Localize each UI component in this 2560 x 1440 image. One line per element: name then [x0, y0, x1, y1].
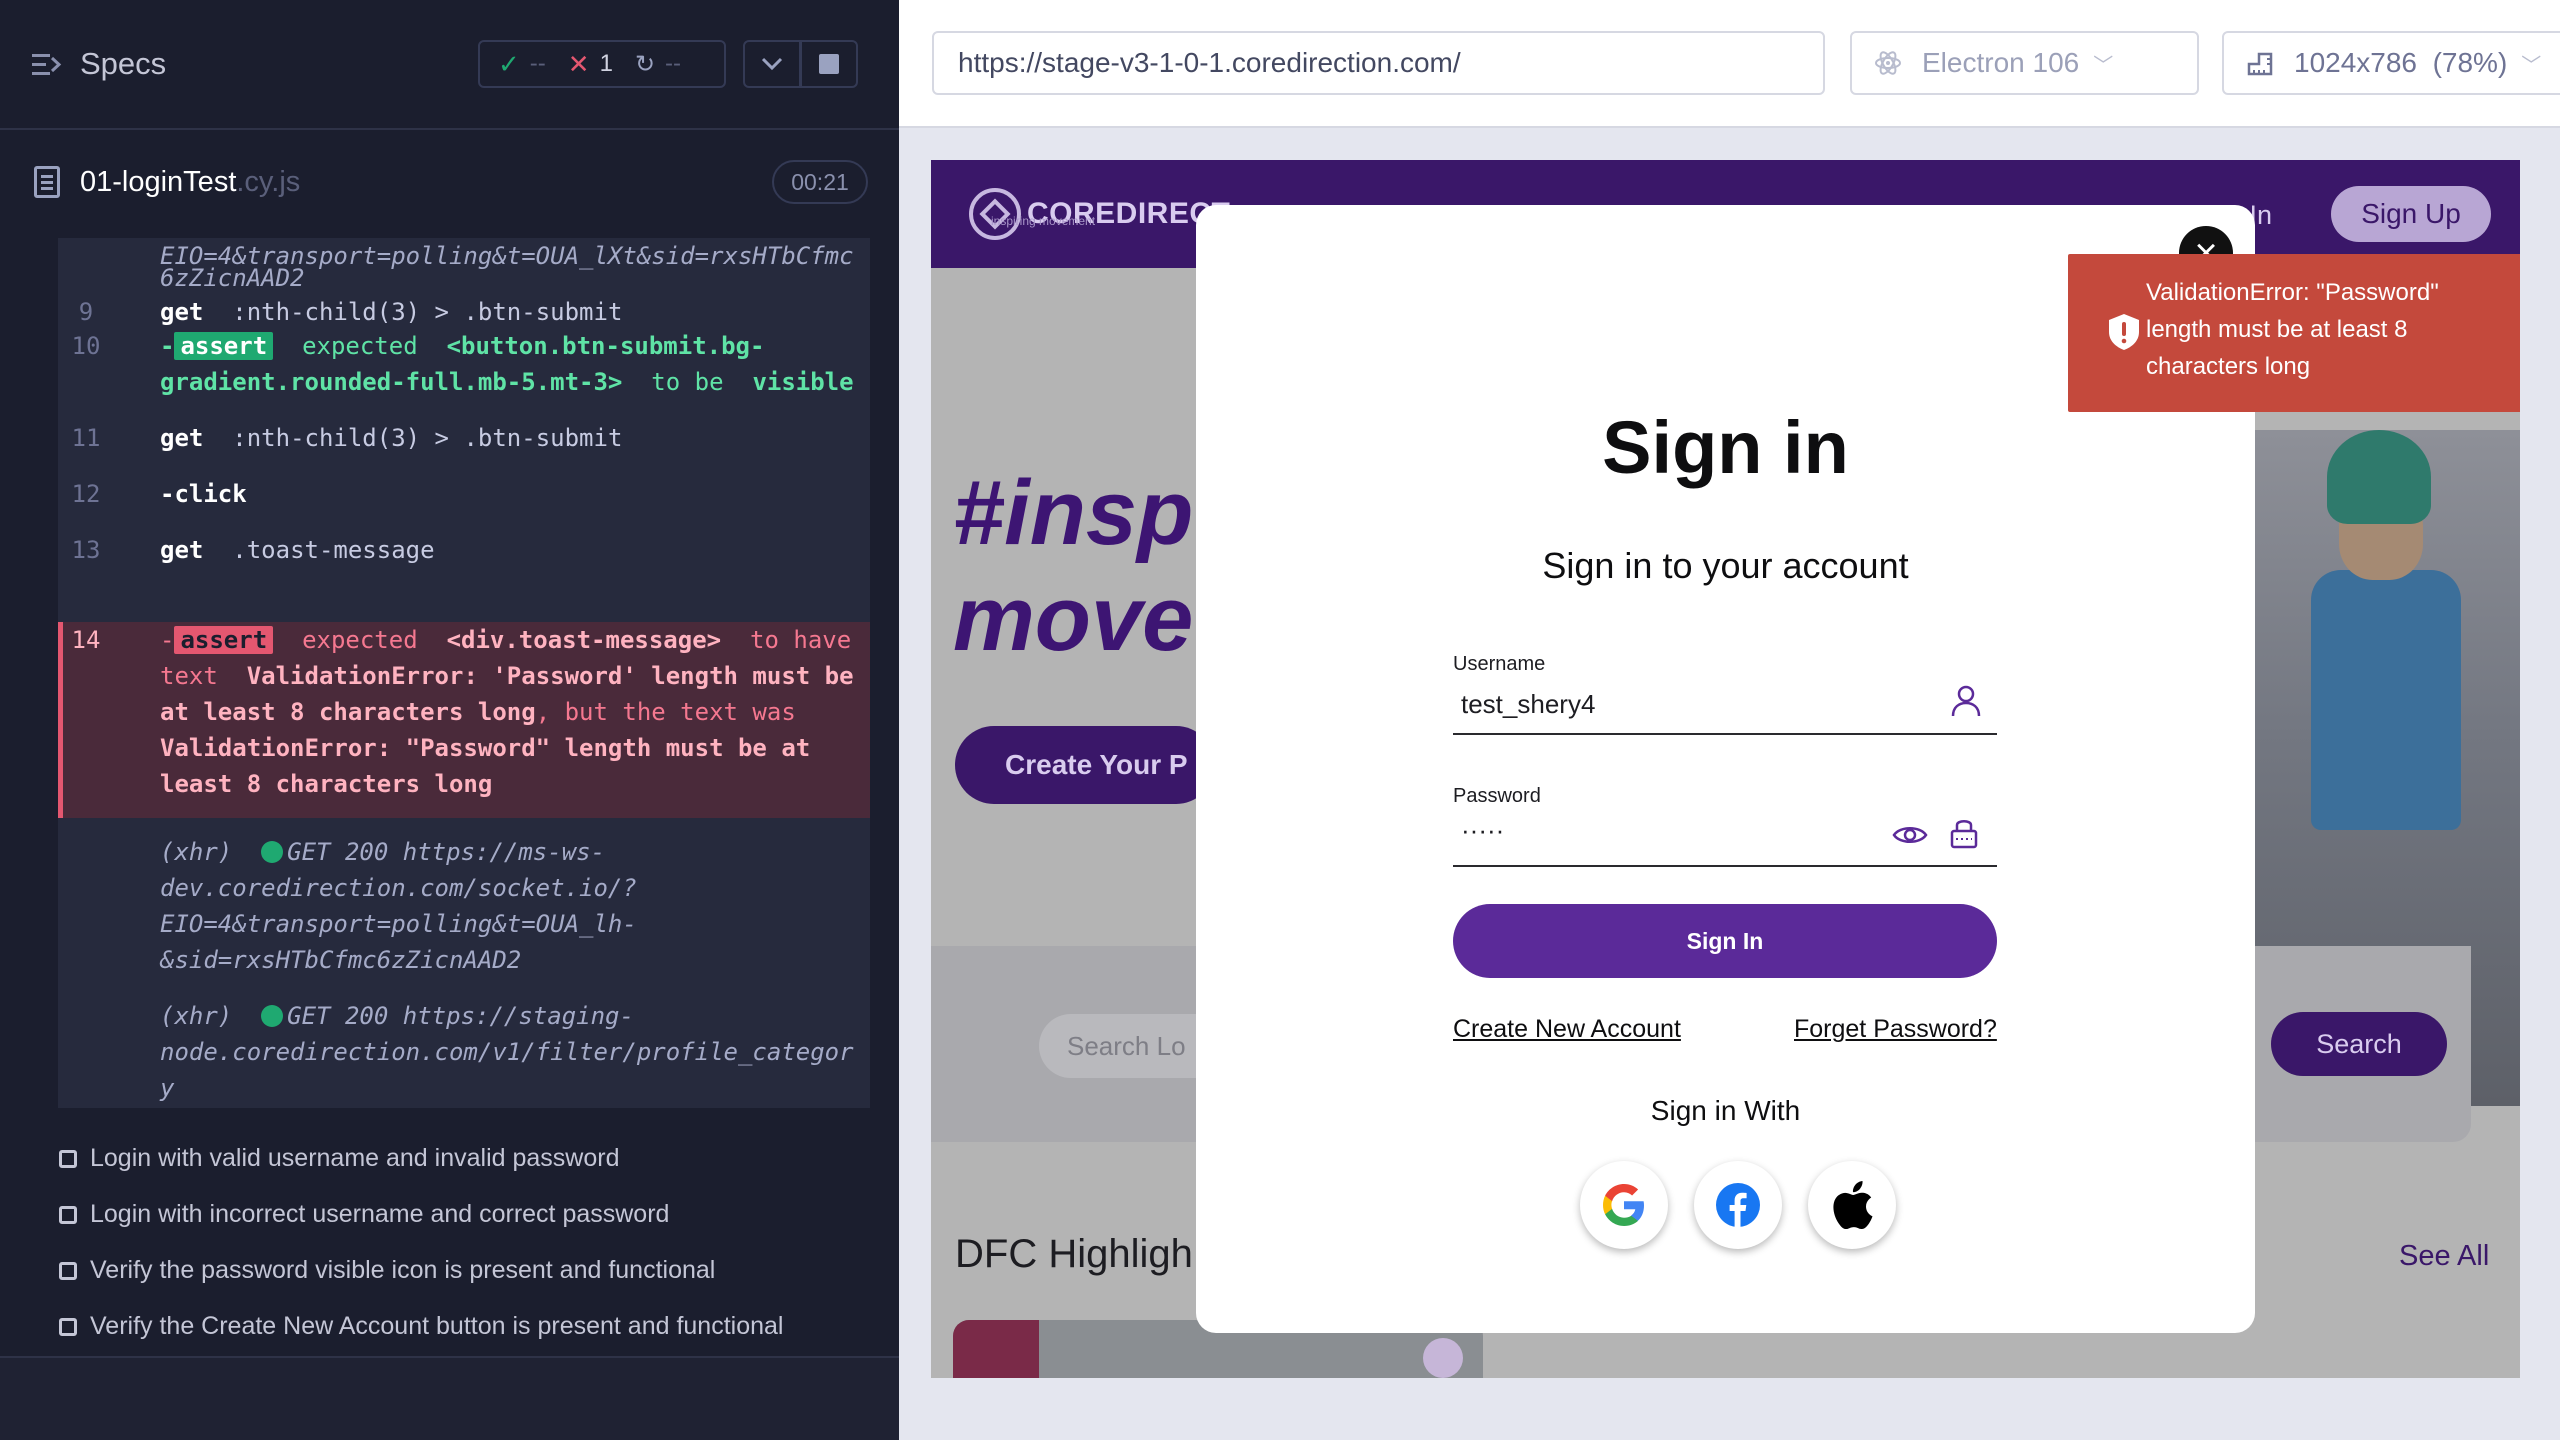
app-viewport: COREDIRECT inspiring movement n In Sign … — [931, 160, 2520, 1378]
reporter-header: Specs ✓ -- ✕ 1 ↻ -- — [0, 0, 899, 130]
test-item[interactable]: Login with valid username and invalid pa… — [56, 1140, 876, 1180]
username-input[interactable]: test_shery4 — [1461, 689, 1595, 720]
toast-text: ValidationError: "Password" length must b… — [2146, 279, 2439, 380]
browser-selector[interactable]: Electron 106 ﹀ — [1850, 31, 2199, 95]
failed-stat: ✕ 1 — [567, 48, 613, 79]
status-dot — [261, 1005, 284, 1027]
test-item[interactable]: Verify the password visible icon is pres… — [56, 1252, 876, 1292]
test-pending-icon — [59, 1150, 77, 1168]
passed-stat: ✓ -- — [498, 48, 546, 79]
stop-icon — [819, 54, 839, 74]
electron-icon — [1875, 51, 1901, 75]
hero-photo-figure — [2311, 570, 2461, 830]
specs-list-icon[interactable] — [32, 52, 62, 78]
google-sign-in-button[interactable] — [1580, 1161, 1668, 1249]
user-icon — [1951, 685, 1981, 717]
test-pending-icon — [59, 1262, 77, 1280]
specs-title[interactable]: Specs — [80, 46, 166, 82]
shield-alert-icon — [2109, 314, 2139, 350]
test-stats: ✓ -- ✕ 1 ↻ -- — [478, 40, 726, 88]
eye-icon[interactable] — [1892, 817, 1928, 853]
see-all-link[interactable]: See All — [2399, 1240, 2489, 1273]
modal-title: Sign in — [1602, 406, 1849, 489]
test-pending-icon — [59, 1318, 77, 1336]
google-icon — [1603, 1184, 1644, 1226]
password-underline — [1453, 865, 1997, 867]
modal-subtitle: Sign in to your account — [1542, 545, 1909, 586]
url-bar[interactable]: https://stage-v3-1-0-1.coredirection.com… — [932, 31, 1825, 95]
create-account-link[interactable]: Create New Account — [1453, 1015, 1681, 1044]
reporter-footer — [0, 1356, 899, 1440]
assert-badge: assert — [174, 626, 274, 654]
apple-icon — [1833, 1181, 1873, 1229]
check-icon: ✓ — [498, 48, 520, 79]
toast-message[interactable]: ValidationError: "Password" length must b… — [2068, 254, 2520, 412]
stop-button[interactable] — [800, 40, 858, 88]
password-label: Password — [1453, 785, 1541, 807]
spec-duration: 00:21 — [772, 160, 868, 204]
chevron-down-icon: ﹀ — [2093, 54, 2114, 77]
assert-badge: assert — [174, 332, 274, 360]
hero-photo-figure — [2327, 430, 2431, 524]
chevron-down-icon: ﹀ — [2521, 54, 2542, 77]
forgot-password-link[interactable]: Forget Password? — [1794, 1015, 1997, 1044]
hero-heading: #insp move — [953, 462, 1194, 670]
sign-in-button[interactable]: Sign In — [1453, 904, 1997, 978]
username-label: Username — [1453, 653, 1546, 675]
collapse-button[interactable] — [743, 40, 801, 88]
command-log[interactable]: EIO=4&transport=polling&t=OUA_lXt&sid=rx… — [58, 238, 870, 1108]
pending-icon: ↻ — [634, 50, 656, 78]
logo-tagline: inspiring movement — [991, 214, 1096, 228]
facebook-sign-in-button[interactable] — [1694, 1161, 1782, 1249]
spec-file-name: 01-loginTest.cy.js — [80, 166, 301, 198]
aut-area: https://stage-v3-1-0-1.coredirection.com… — [899, 0, 2560, 1440]
apple-sign-in-button[interactable] — [1808, 1161, 1896, 1249]
username-underline — [1453, 733, 1997, 735]
chevron-down-icon — [761, 57, 783, 71]
lock-icon — [1950, 820, 1978, 849]
status-dot — [261, 841, 284, 863]
reporter-panel: Specs ✓ -- ✕ 1 ↻ -- 01-loginTest.cy.js 0… — [0, 0, 899, 1440]
test-pending-icon — [59, 1206, 77, 1224]
pending-stat: ↻ -- — [634, 50, 682, 78]
file-icon — [34, 166, 60, 198]
x-icon: ✕ — [567, 48, 590, 79]
spec-file-row[interactable]: 01-loginTest.cy.js 00:21 — [0, 150, 899, 216]
create-profile-button[interactable]: Create Your P — [955, 726, 1215, 804]
test-item[interactable]: Login with incorrect username and correc… — [56, 1196, 876, 1236]
aut-toolbar: https://stage-v3-1-0-1.coredirection.com… — [899, 0, 2560, 128]
nav-sign-up-button[interactable]: Sign Up — [2331, 186, 2491, 242]
search-button[interactable]: Search — [2271, 1012, 2447, 1076]
facebook-icon — [1716, 1183, 1760, 1227]
ruler-icon — [2247, 52, 2273, 76]
heart-icon[interactable] — [1423, 1338, 1463, 1378]
section-title: DFC Highligh — [955, 1232, 1193, 1276]
sign-in-with-label: Sign in With — [1650, 1095, 1801, 1126]
password-input[interactable]: ····· — [1461, 815, 1504, 846]
log-line-14-error[interactable]: 14 - assert expected <div.toast-message> … — [58, 622, 870, 818]
test-item[interactable]: Verify the Create New Account button is … — [56, 1308, 876, 1348]
viewport-selector[interactable]: 1024x786 (78%) ﹀ — [2222, 31, 2560, 95]
